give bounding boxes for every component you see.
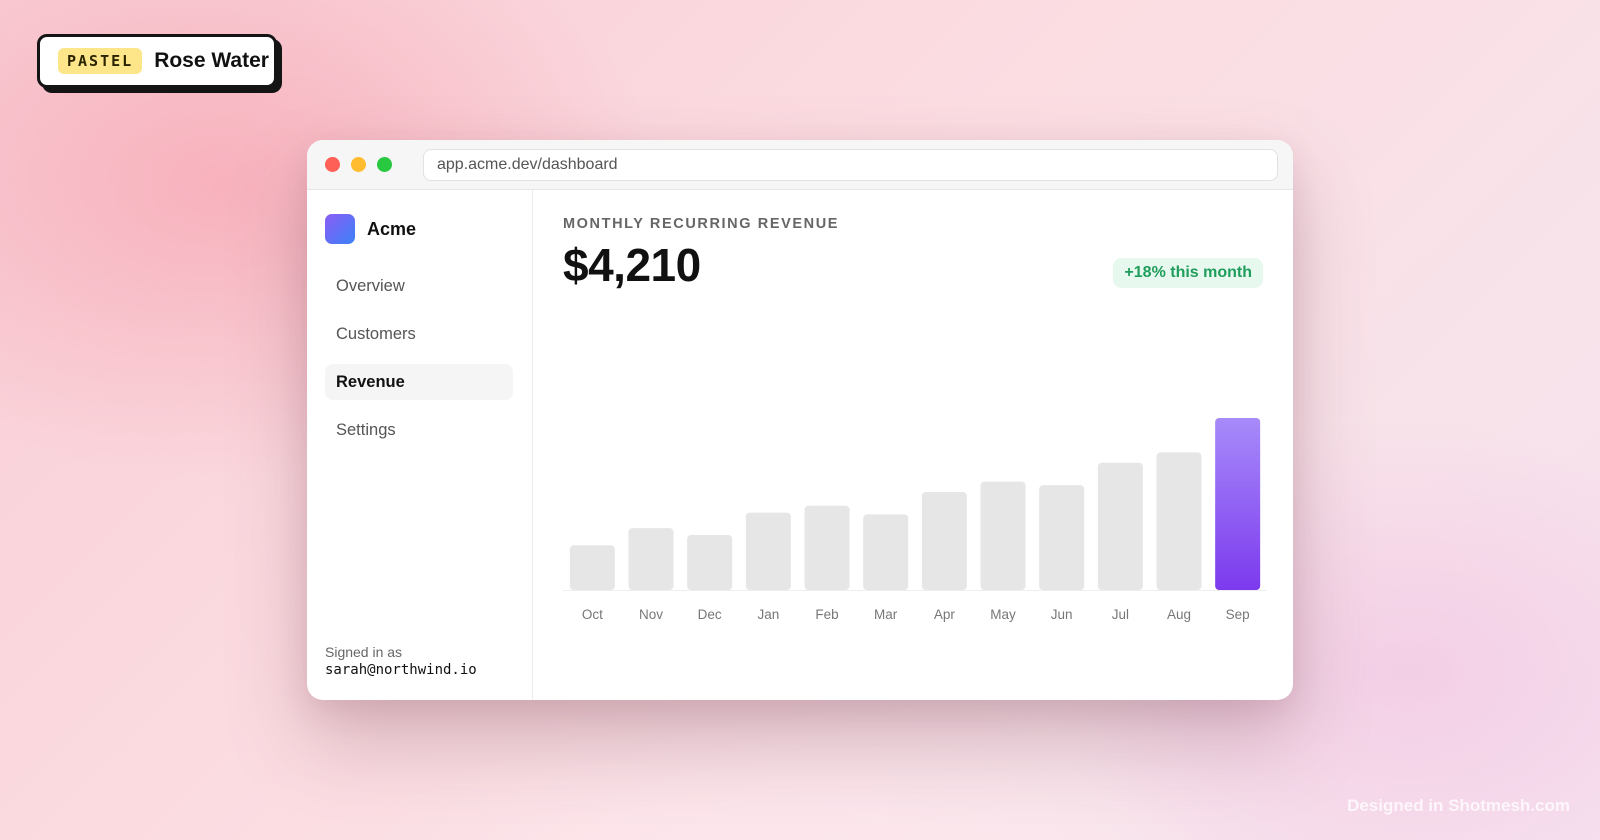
revenue-bar-chart: Oct Nov Dec Jan Feb Mar Apr May Jun Jul Aug Sep (563, 390, 1267, 622)
bar-nov[interactable] (628, 528, 674, 590)
sidebar-item-revenue[interactable]: Revenue (325, 364, 513, 400)
browser-window: app.acme.dev/dashboard Acme Overview Cus… (307, 140, 1293, 700)
x-tick-feb: Feb (815, 607, 839, 622)
x-tick-apr: Apr (933, 607, 955, 622)
brand[interactable]: Acme (325, 214, 514, 244)
x-tick-aug: Aug (1166, 607, 1192, 622)
bar-aug[interactable] (1156, 452, 1202, 590)
close-window-button[interactable] (325, 157, 340, 172)
acme-logo-icon (325, 214, 355, 244)
signed-in-label: Signed in as (325, 644, 403, 660)
x-tick-jun: Jun (1050, 607, 1073, 622)
badge-tag: PASTEL (58, 48, 143, 74)
main-panel: MONTHLY RECURRING REVENUE $4,210 +18% th… (533, 190, 1293, 700)
address-bar[interactable]: app.acme.dev/dashboard (423, 148, 1278, 181)
bar-feb[interactable] (804, 505, 850, 590)
brand-name: Acme (367, 218, 417, 239)
x-tick-oct: Oct (581, 607, 603, 622)
bar-apr[interactable] (921, 491, 967, 590)
bar-dec[interactable] (687, 534, 733, 590)
x-tick-jul: Jul (1111, 607, 1129, 622)
x-tick-may: May (990, 607, 1016, 622)
signed-in-email: sarah@northwind.io (325, 662, 477, 678)
theme-badge: PASTEL Rose Water (37, 34, 277, 88)
title-bar: app.acme.dev/dashboard (307, 140, 1293, 190)
bar-jul[interactable] (1097, 462, 1143, 590)
metric-label: MONTHLY RECURRING REVENUE (563, 216, 840, 232)
x-tick-sep: Sep (1225, 607, 1250, 622)
maximize-window-button[interactable] (377, 157, 392, 172)
x-tick-jan: Jan (757, 607, 780, 622)
bar-mar[interactable] (863, 514, 909, 590)
sidebar: Acme Overview Customers Revenue Settings… (307, 190, 533, 700)
bar-chart-svg (563, 418, 1267, 591)
sidebar-item-overview[interactable]: Overview (325, 268, 514, 304)
watermark: Designed in Shotmesh.com (1347, 796, 1570, 815)
bar-jun[interactable] (1039, 485, 1085, 590)
bar-oct[interactable] (569, 545, 615, 590)
x-tick-nov: Nov (638, 607, 664, 622)
sidebar-item-customers[interactable]: Customers (325, 316, 514, 352)
bar-jan[interactable] (745, 512, 791, 590)
x-tick-mar: Mar (874, 607, 898, 622)
sidebar-item-settings[interactable]: Settings (325, 412, 514, 448)
bar-sep[interactable] (1215, 418, 1261, 590)
minimize-window-button[interactable] (351, 157, 366, 172)
badge-name: Rose Water (154, 49, 269, 72)
bar-may[interactable] (980, 481, 1026, 590)
signed-in-info: Signed in as sarah@northwind.io (325, 644, 477, 678)
x-tick-dec: Dec (697, 607, 722, 622)
delta-badge: +18% this month (1113, 258, 1263, 288)
x-axis-labels: Oct Nov Dec Jan Feb Mar Apr May Jun Jul Aug Sep (563, 607, 1267, 625)
